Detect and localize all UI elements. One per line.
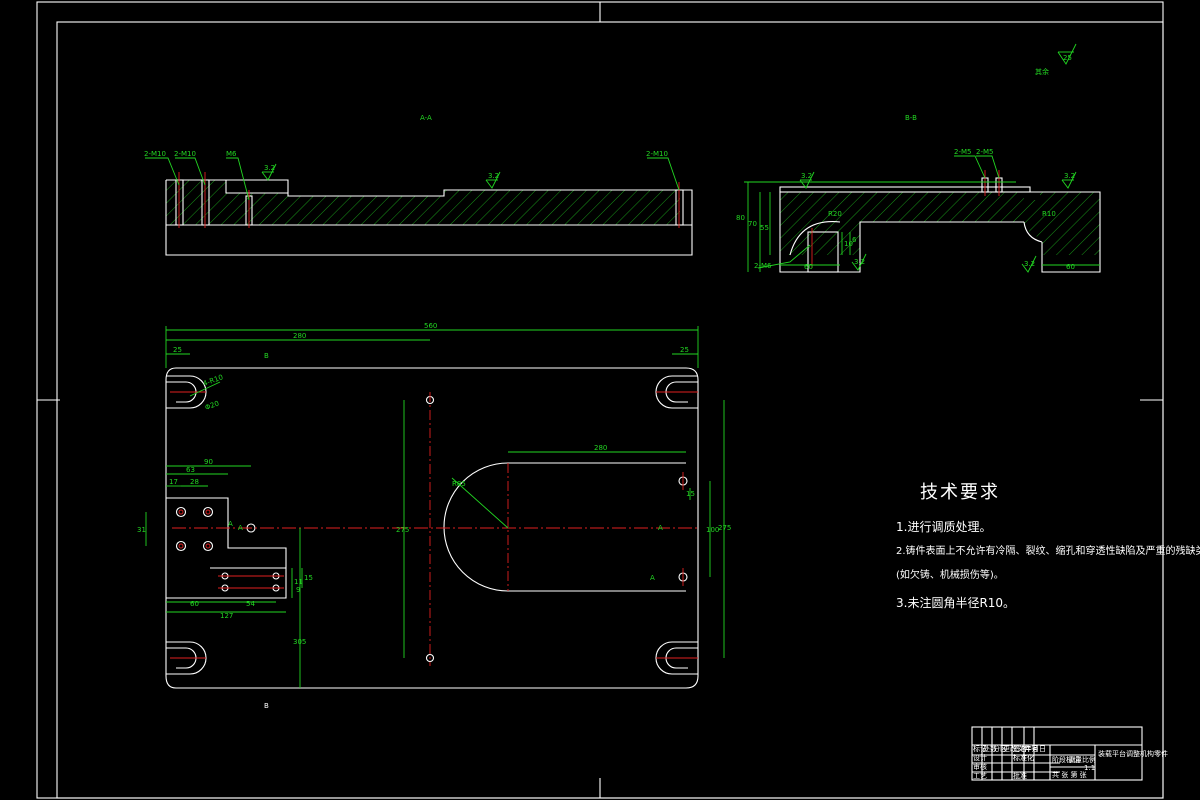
title-block: 装载平台调整机构零件 标记 处数 分区 更改文件号 签名 年月日 设计 标准化 … bbox=[971, 726, 1168, 781]
bb-rough2: 3.2 bbox=[1064, 172, 1075, 180]
dim-275b: 275 bbox=[718, 524, 731, 532]
bb-rough1: 3.2 bbox=[801, 172, 812, 180]
aa-hole4: 2-M10 bbox=[646, 150, 668, 158]
dim-half: 280 bbox=[293, 332, 306, 340]
tb-c11: 比例 bbox=[1082, 755, 1096, 764]
sec-b-top: B bbox=[264, 352, 269, 360]
tb-c8: 标准化 bbox=[1013, 753, 1034, 762]
sec-a-left: A bbox=[238, 524, 243, 532]
aa-hole3: M6 bbox=[226, 150, 237, 158]
corner-roughness: 25 其余 bbox=[1035, 43, 1077, 76]
dim-r85: R85 bbox=[452, 480, 466, 488]
tb-scale: 1:1 bbox=[1084, 764, 1095, 772]
bb-d2: 6 bbox=[852, 236, 857, 244]
tb-c10: 重量 bbox=[1068, 756, 1082, 764]
dim-54: 54 bbox=[246, 600, 255, 608]
dim-15: 15 bbox=[304, 574, 313, 582]
bb-title: B-B bbox=[905, 114, 917, 122]
dim-slot-w: Φ20 bbox=[204, 399, 220, 411]
aa-title: A-A bbox=[420, 114, 432, 122]
section-bb: B-B 80 70 55 60 60 10 6 2-M5 2-M5 2-M6 R… bbox=[736, 114, 1101, 273]
aa-hole2: 2-M10 bbox=[174, 150, 196, 158]
tb-c12: 审核 bbox=[973, 762, 987, 771]
corner-rough-value: 25 bbox=[1063, 54, 1072, 62]
dim-left-edge: 25 bbox=[173, 346, 182, 354]
bb-dim-h1: 80 bbox=[736, 214, 745, 222]
sheet-border bbox=[36, 1, 1164, 799]
tech-title: 技术要求 bbox=[920, 482, 1000, 503]
dim-overall: 560 bbox=[424, 322, 437, 330]
tb-name: 装载平台调整机构零件 bbox=[1098, 749, 1168, 758]
drawing-canvas: 25 其余 A-A 2-M10 2-M10 M6 2-M10 3.2 3.2 B… bbox=[36, 1, 1168, 799]
bb-dim-h2: 70 bbox=[748, 220, 757, 228]
bb-r2: R10 bbox=[1042, 210, 1056, 218]
dim-90: 90 bbox=[204, 458, 213, 466]
bb-r1: R20 bbox=[828, 210, 842, 218]
bb-hole3: 2-M6 bbox=[754, 262, 772, 270]
dim-280b: 280 bbox=[594, 444, 607, 452]
bb-dim-w2: 60 bbox=[1066, 263, 1075, 271]
dim-17: 17 bbox=[169, 478, 178, 486]
tech-item-3: 3.未注圆角半径R10。 bbox=[896, 596, 1016, 610]
dim-127: 127 bbox=[220, 612, 233, 620]
plan-view: 560 280 25 25 4-R10 Φ20 90 63 17 28 31 6… bbox=[137, 322, 731, 710]
sec-a-bot: A bbox=[650, 574, 655, 582]
tb-c13: 工艺 bbox=[973, 772, 987, 780]
bb-rough3: 3.2 bbox=[854, 258, 865, 266]
tech-item-2: 2.铸件表面上不允许有冷隔、裂纹、缩孔和穿透性缺陷及严重的残缺类缺陷 bbox=[896, 546, 1200, 557]
bb-hole1: 2-M5 bbox=[954, 148, 971, 156]
bb-hole2: 2-M5 bbox=[976, 148, 993, 156]
tb-c14: 批准 bbox=[1013, 771, 1027, 780]
tb-c15: 共 张 第 张 bbox=[1052, 770, 1087, 779]
tech-item-1: 1.进行调质处理。 bbox=[896, 520, 992, 534]
dim-60: 60 bbox=[190, 600, 199, 608]
dim-63: 63 bbox=[186, 466, 195, 474]
tb-c7: 设计 bbox=[973, 753, 987, 762]
aa-rough2: 3.2 bbox=[488, 172, 499, 180]
tb-c6: 年月日 bbox=[1025, 744, 1046, 753]
dim-275: 275 bbox=[396, 526, 409, 534]
tech-item-2b: (如欠铸、机械损伤等)。 bbox=[896, 570, 1004, 581]
aa-rough1: 3.2 bbox=[264, 164, 275, 172]
dim-28: 28 bbox=[190, 478, 199, 486]
dim-right-edge: 25 bbox=[680, 346, 689, 354]
bb-rough4: 3.2 bbox=[1024, 260, 1035, 268]
bb-dim-w1: 60 bbox=[804, 263, 813, 271]
sec-b-bot: B bbox=[264, 702, 269, 710]
bb-dim-h3: 55 bbox=[760, 224, 769, 232]
aa-hole1: 2-M10 bbox=[144, 150, 166, 158]
corner-rough-label: 其余 bbox=[1035, 67, 1049, 76]
sec-a-right: A bbox=[658, 524, 663, 532]
dim-31: 31 bbox=[137, 526, 146, 534]
section-aa: A-A 2-M10 2-M10 M6 2-M10 3.2 3.2 bbox=[144, 114, 693, 256]
dim-15b: 15 bbox=[686, 490, 695, 498]
sec-a-mid: A bbox=[228, 520, 233, 528]
dim-305: 305 bbox=[293, 638, 306, 646]
